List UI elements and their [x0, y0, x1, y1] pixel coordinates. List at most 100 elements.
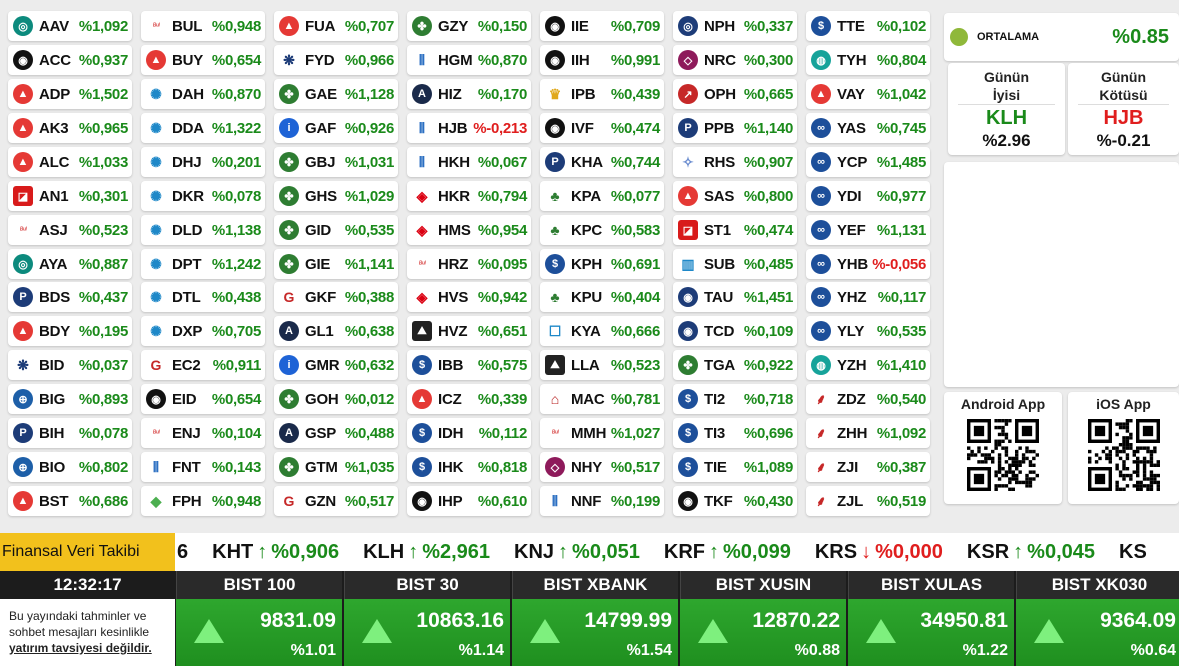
fund-tile[interactable]: ∞ YAS %0,745	[806, 113, 930, 143]
fund-tile[interactable]: ✤ GIE %1,141	[274, 249, 398, 279]
fund-tile[interactable]: ✺ DPT %1,242	[141, 249, 265, 279]
fund-tile[interactable]: ◇ NRC %0,300	[673, 45, 797, 75]
fund-tile[interactable]: ᴮᵘˡ ASJ %0,523	[8, 215, 132, 245]
fund-tile[interactable]: i GMR %0,632	[274, 350, 398, 380]
fund-tile[interactable]: ⸙ ZDZ %0,540	[806, 384, 930, 414]
fund-tile[interactable]: ◉ IVF %0,474	[540, 113, 664, 143]
fund-tile[interactable]: ◍ YZH %1,410	[806, 350, 930, 380]
fund-tile[interactable]: ᴮᵘˡ HRZ %0,095	[407, 249, 531, 279]
fund-tile[interactable]: $ TI2 %0,718	[673, 384, 797, 414]
fund-tile[interactable]: ⫴ HJB %-0,213	[407, 113, 531, 143]
fund-tile[interactable]: ♣ KPU %0,404	[540, 282, 664, 312]
fund-tile[interactable]: ◉ IIE %0,709	[540, 11, 664, 41]
fund-tile[interactable]: ⊕ BIG %0,893	[8, 384, 132, 414]
fund-tile[interactable]: ↗ OPH %0,665	[673, 79, 797, 109]
fund-tile[interactable]: ᴮᵘˡ MMH %1,027	[540, 418, 664, 448]
ios-app-panel[interactable]: iOS App	[1068, 392, 1179, 504]
fund-tile[interactable]: ᴮᵘˡ ENJ %0,104	[141, 418, 265, 448]
fund-tile[interactable]: G EC2 %0,911	[141, 350, 265, 380]
fund-tile[interactable]: ⫴ FNT %0,143	[141, 452, 265, 482]
fund-tile[interactable]: ♣ KPA %0,077	[540, 181, 664, 211]
fund-tile[interactable]: ◎ AYA %0,887	[8, 249, 132, 279]
fund-tile[interactable]: $ IHK %0,818	[407, 452, 531, 482]
fund-tile[interactable]: ✤ TGA %0,922	[673, 350, 797, 380]
fund-tile[interactable]: ▲ FUA %0,707	[274, 11, 398, 41]
fund-tile[interactable]: ◉ IHP %0,610	[407, 486, 531, 516]
fund-tile[interactable]: P PPB %1,140	[673, 113, 797, 143]
fund-tile[interactable]: ⸙ ZJL %0,519	[806, 486, 930, 516]
fund-tile[interactable]: $ TIE %1,089	[673, 452, 797, 482]
fund-tile[interactable]: ▲ ALC %1,033	[8, 147, 132, 177]
fund-tile[interactable]: ∞ YLY %0,535	[806, 316, 930, 346]
fund-tile[interactable]: ✤ GOH %0,012	[274, 384, 398, 414]
fund-tile[interactable]: ᴮᵘˡ BUL %0,948	[141, 11, 265, 41]
fund-tile[interactable]: ◉ TAU %1,451	[673, 282, 797, 312]
fund-tile[interactable]: ✤ GTM %1,035	[274, 452, 398, 482]
fund-tile[interactable]: ✺ DHJ %0,201	[141, 147, 265, 177]
android-app-panel[interactable]: Android App	[944, 392, 1062, 504]
fund-tile[interactable]: ❋ BID %0,037	[8, 350, 132, 380]
fund-tile[interactable]: ◪ ST1 %0,474	[673, 215, 797, 245]
fund-tile[interactable]: ⌂ MAC %0,781	[540, 384, 664, 414]
fund-tile[interactable]: ⫴ HGM %0,870	[407, 45, 531, 75]
fund-tile[interactable]: $ KPH %0,691	[540, 249, 664, 279]
fund-tile[interactable]: ✤ GID %0,535	[274, 215, 398, 245]
fund-tile[interactable]: ∞ YHZ %0,117	[806, 282, 930, 312]
fund-tile[interactable]: ∞ YCP %1,485	[806, 147, 930, 177]
fund-tile[interactable]: G GZN %0,517	[274, 486, 398, 516]
fund-tile[interactable]: ⫴ NNF %0,199	[540, 486, 664, 516]
fund-tile[interactable]: ✺ DXP %0,705	[141, 316, 265, 346]
fund-tile[interactable]: ▲ BUY %0,654	[141, 45, 265, 75]
fund-tile[interactable]: ⸙ ZJI %0,387	[806, 452, 930, 482]
fund-tile[interactable]: ◎ NPH %0,337	[673, 11, 797, 41]
fund-tile[interactable]: ◈ HVS %0,942	[407, 282, 531, 312]
fund-tile[interactable]: P BDS %0,437	[8, 282, 132, 312]
fund-tile[interactable]: ⛰ LLA %0,523	[540, 350, 664, 380]
fund-tile[interactable]: ◪ AN1 %0,301	[8, 181, 132, 211]
fund-tile[interactable]: ⛰ HVZ %0,651	[407, 316, 531, 346]
fund-tile[interactable]: ◎ AAV %1,092	[8, 11, 132, 41]
fund-tile[interactable]: ❋ FYD %0,966	[274, 45, 398, 75]
fund-tile[interactable]: P BIH %0,078	[8, 418, 132, 448]
fund-tile[interactable]: ◉ TCD %0,109	[673, 316, 797, 346]
fund-tile[interactable]: ⊕ BIO %0,802	[8, 452, 132, 482]
fund-tile[interactable]: ◉ EID %0,654	[141, 384, 265, 414]
fund-tile[interactable]: ◉ IIH %0,991	[540, 45, 664, 75]
fund-tile[interactable]: ✤ GAE %1,128	[274, 79, 398, 109]
fund-tile[interactable]: P KHA %0,744	[540, 147, 664, 177]
fund-tile[interactable]: ◈ HKR %0,794	[407, 181, 531, 211]
fund-tile[interactable]: ◈ HMS %0,954	[407, 215, 531, 245]
fund-tile[interactable]: ✤ GZY %0,150	[407, 11, 531, 41]
fund-tile[interactable]: ▥ SUB %0,485	[673, 249, 797, 279]
fund-tile[interactable]: ∞ YDI %0,977	[806, 181, 930, 211]
fund-tile[interactable]: ⫴ HKH %0,067	[407, 147, 531, 177]
fund-tile[interactable]: ▲ SAS %0,800	[673, 181, 797, 211]
fund-tile[interactable]: $ TTE %0,102	[806, 11, 930, 41]
fund-tile[interactable]: ◉ TKF %0,430	[673, 486, 797, 516]
fund-tile[interactable]: A HIZ %0,170	[407, 79, 531, 109]
fund-tile[interactable]: ✤ GBJ %1,031	[274, 147, 398, 177]
fund-tile[interactable]: A GL1 %0,638	[274, 316, 398, 346]
fund-tile[interactable]: ▲ ICZ %0,339	[407, 384, 531, 414]
fund-tile[interactable]: ▲ BST %0,686	[8, 486, 132, 516]
fund-tile[interactable]: ▲ ADP %1,502	[8, 79, 132, 109]
fund-tile[interactable]: i GAF %0,926	[274, 113, 398, 143]
fund-tile[interactable]: ♣ KPC %0,583	[540, 215, 664, 245]
fund-tile[interactable]: ⸙ ZHH %1,092	[806, 418, 930, 448]
fund-tile[interactable]: $ TI3 %0,696	[673, 418, 797, 448]
fund-tile[interactable]: ♛ IPB %0,439	[540, 79, 664, 109]
fund-tile[interactable]: ◆ FPH %0,948	[141, 486, 265, 516]
fund-tile[interactable]: $ IDH %0,112	[407, 418, 531, 448]
fund-tile[interactable]: G GKF %0,388	[274, 282, 398, 312]
fund-tile[interactable]: ∞ YEF %1,131	[806, 215, 930, 245]
fund-tile[interactable]: ▲ BDY %0,195	[8, 316, 132, 346]
fund-tile[interactable]: ◍ TYH %0,804	[806, 45, 930, 75]
ios-qr-code-icon[interactable]	[1087, 419, 1160, 491]
fund-tile[interactable]: ✺ DDA %1,322	[141, 113, 265, 143]
fund-tile[interactable]: ✺ DAH %0,870	[141, 79, 265, 109]
fund-tile[interactable]: ☐ KYA %0,666	[540, 316, 664, 346]
android-qr-code-icon[interactable]	[967, 419, 1039, 491]
fund-tile[interactable]: ◇ NHY %0,517	[540, 452, 664, 482]
fund-tile[interactable]: ✺ DLD %1,138	[141, 215, 265, 245]
fund-tile[interactable]: ◉ ACC %0,937	[8, 45, 132, 75]
